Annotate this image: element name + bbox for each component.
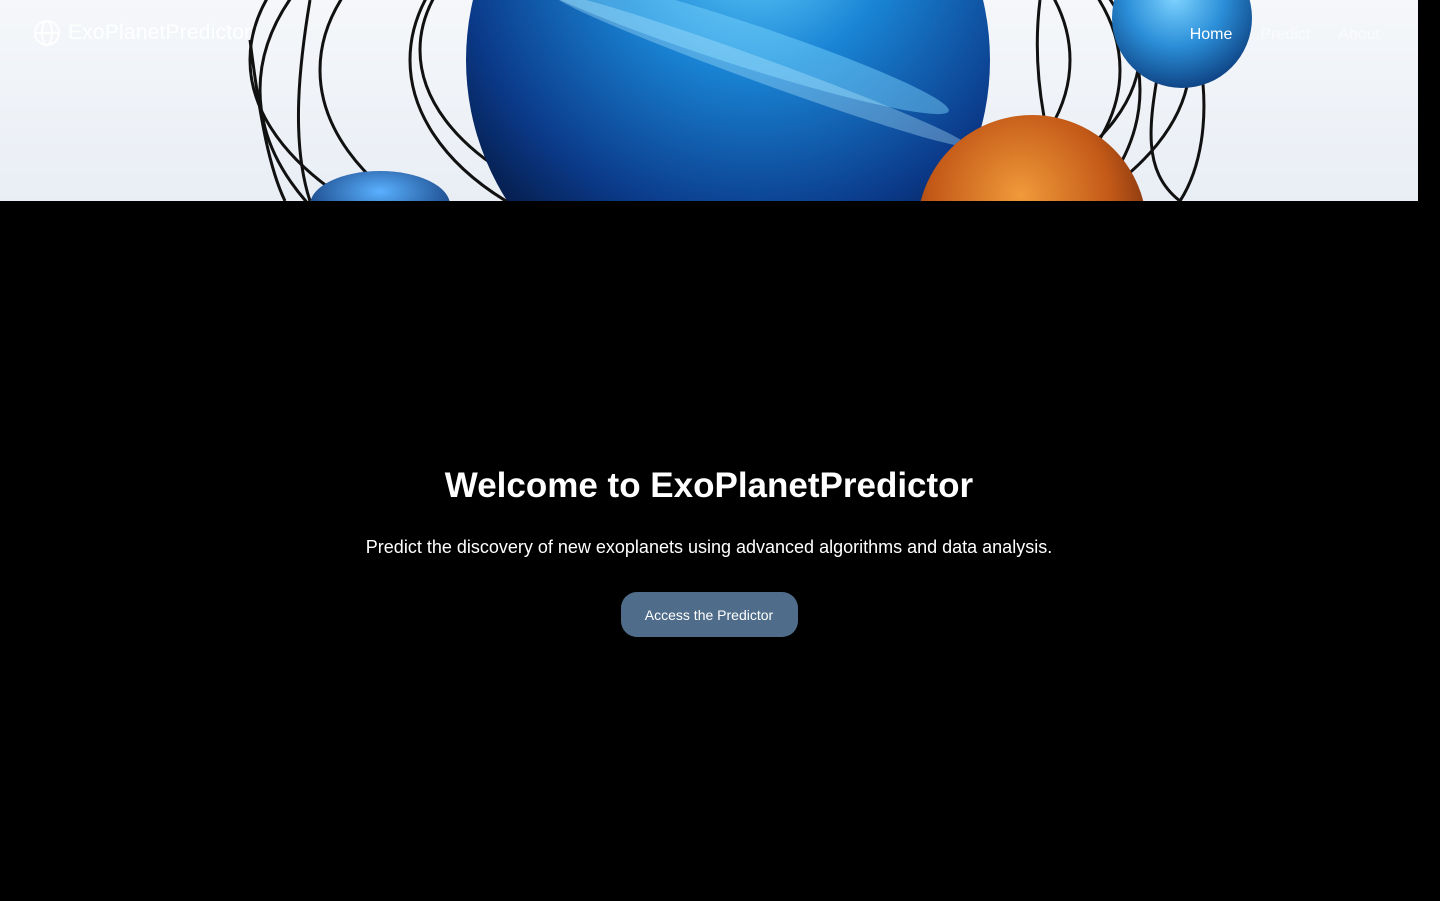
hero-content: Welcome to ExoPlanetPredictor Predict th… xyxy=(0,460,1418,637)
nav-link-home[interactable]: Home xyxy=(1190,26,1233,44)
nav-links: Home Predict About xyxy=(1190,26,1380,44)
brand-name: ExoPlanetPredictor xyxy=(68,21,252,44)
hero-subtitle: Predict the discovery of new exoplanets … xyxy=(365,537,1053,557)
navbar: ExoPlanetPredictor Home Predict About xyxy=(0,0,1418,72)
hero-title: Welcome to ExoPlanetPredictor xyxy=(444,466,974,505)
access-predictor-button[interactable]: Access the Predictor xyxy=(620,592,798,637)
nav-link-about[interactable]: About xyxy=(1338,26,1380,44)
page: ExoPlanetPredictor Home Predict About We… xyxy=(0,0,1440,901)
nav-link-predict[interactable]: Predict xyxy=(1260,26,1310,44)
brand[interactable]: ExoPlanetPredictor xyxy=(32,18,251,48)
globe-icon xyxy=(34,20,60,46)
